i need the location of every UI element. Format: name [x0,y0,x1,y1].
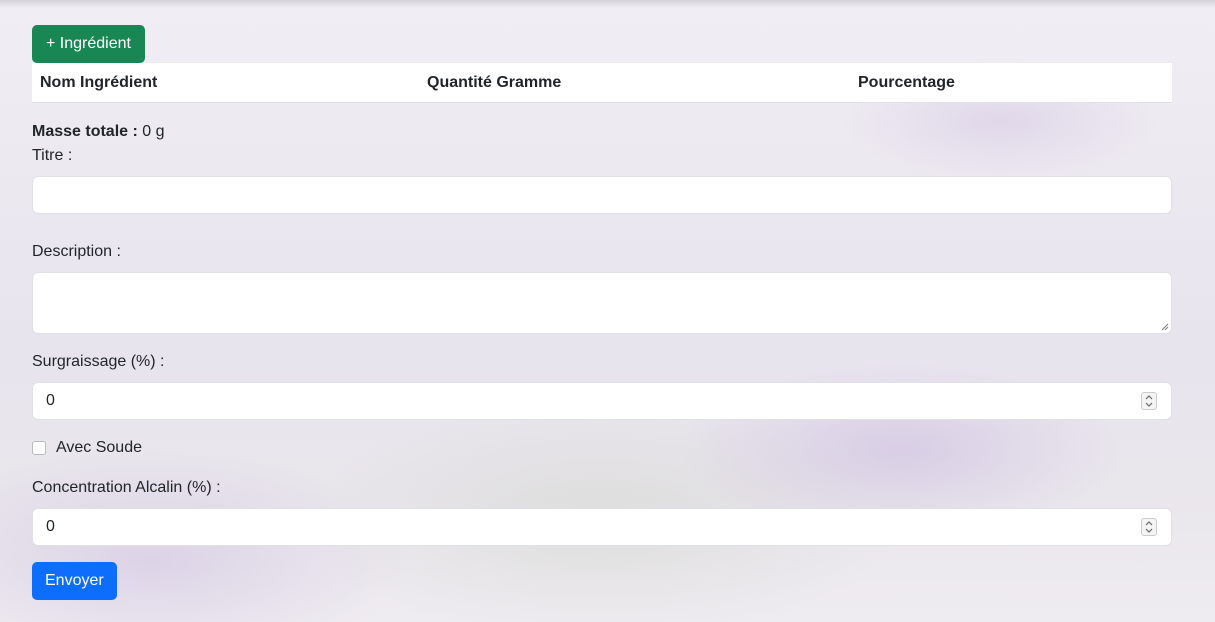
submit-button[interactable]: Envoyer [32,562,117,600]
add-ingredient-button[interactable]: + Ingrédient [32,25,145,63]
soude-checkbox-label: Avec Soude [56,439,142,456]
total-mass: Masse totale : 0 g [32,122,1172,142]
top-shadow [0,0,1215,8]
column-header-name: Nom Ingrédient [32,63,419,103]
ingredients-table: Nom Ingrédient Quantité Gramme Pourcenta… [32,63,1172,103]
column-header-quantity: Quantité Gramme [419,63,850,103]
alcalin-input[interactable]: 0 [32,508,1172,546]
title-label: Titre : [32,147,73,164]
recipe-form-container: + Ingrédient Nom Ingrédient Quantité Gra… [32,25,1172,600]
resize-handle-icon[interactable] [1161,323,1169,331]
total-mass-label: Masse totale : [32,123,138,140]
alcalin-value: 0 [46,518,55,535]
alcalin-label: Concentration Alcalin (%) : [32,479,221,496]
number-spinner-icon[interactable] [1141,518,1157,536]
table-header-row: Nom Ingrédient Quantité Gramme Pourcenta… [32,63,1172,103]
surgraissage-input[interactable]: 0 [32,382,1172,420]
surgraissage-value: 0 [46,392,55,409]
number-spinner-icon[interactable] [1141,392,1157,410]
description-label: Description : [32,243,121,260]
total-mass-value: 0 g [142,123,165,140]
soude-checkbox-row[interactable]: Avec Soude [32,438,1172,458]
title-input[interactable] [32,176,1172,214]
column-header-percentage: Pourcentage [850,63,1172,103]
surgraissage-label: Surgraissage (%) : [32,353,165,370]
description-textarea[interactable] [32,272,1172,334]
soude-checkbox[interactable] [32,441,46,455]
